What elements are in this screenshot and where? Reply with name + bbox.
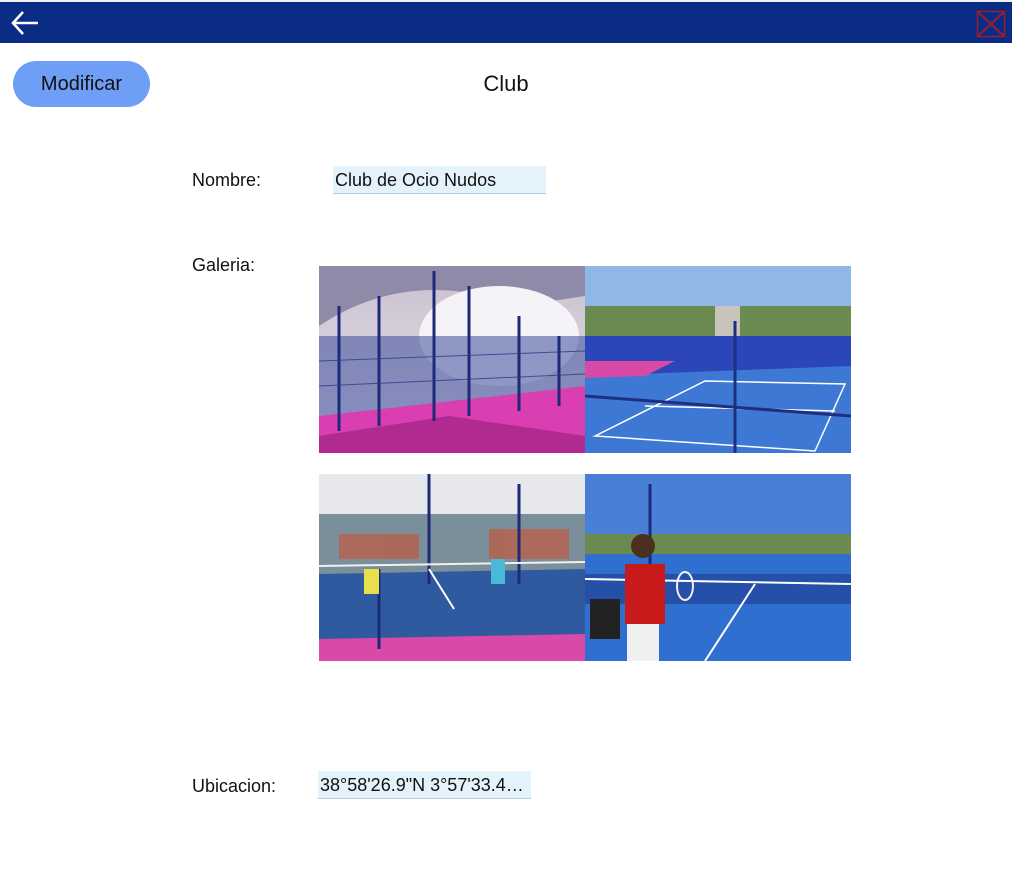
- name-label: Nombre:: [192, 170, 262, 190]
- gallery-image-padel-match[interactable]: [319, 474, 585, 661]
- gallery-label: Galeria:: [192, 255, 256, 275]
- top-bar: [0, 0, 1012, 43]
- gallery-image-indoor-courts[interactable]: [319, 266, 585, 453]
- close-button[interactable]: [976, 10, 1006, 38]
- close-x-icon: [976, 10, 1006, 38]
- gallery-image-outdoor-courts[interactable]: [585, 266, 851, 453]
- back-button[interactable]: [8, 8, 42, 38]
- name-field[interactable]: Club de Ocio Nudos: [333, 166, 546, 194]
- location-label: Ubicacion:: [192, 776, 277, 796]
- page-title: Club: [483, 71, 529, 96]
- gallery-image-tennis-player[interactable]: [585, 474, 851, 661]
- location-field[interactable]: 38°58'26.9"N 3°57'33.4…: [318, 771, 531, 799]
- arrow-left-icon: [11, 11, 38, 35]
